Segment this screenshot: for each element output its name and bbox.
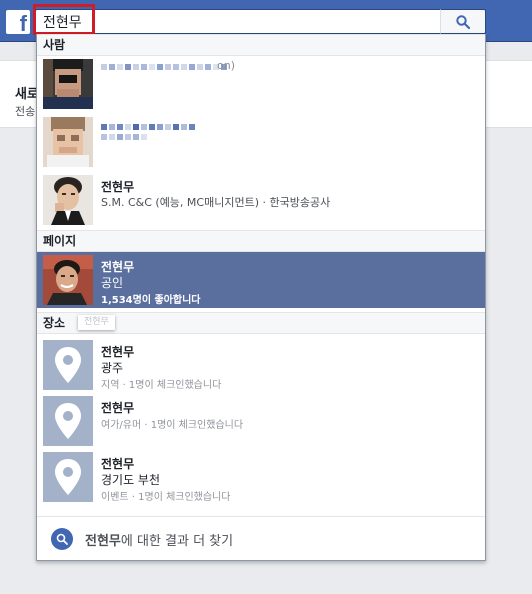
blurred-name	[101, 124, 195, 130]
section-header-people: 사람	[37, 34, 485, 56]
place-meta: 여가/유머 · 1명이 체크인했습니다	[101, 420, 244, 431]
map-pin-icon	[55, 347, 81, 383]
result-name: 전현무	[101, 260, 135, 274]
place-thumbnail	[43, 452, 93, 502]
name-fragment: on)	[217, 59, 235, 72]
profile-photo	[43, 175, 93, 225]
blurred-name	[101, 64, 227, 70]
page-photo	[43, 255, 93, 305]
search-icon	[51, 528, 73, 550]
hover-tooltip: 전현무	[78, 315, 115, 330]
place-thumbnail	[43, 396, 93, 446]
search-box[interactable]	[35, 9, 440, 34]
see-more-label: 전현무에 대한 결과 더 찾기	[85, 530, 233, 549]
result-name: 전현무	[101, 457, 135, 471]
result-detail: S.M. C&C (예능, MC매니지먼트) · 한국방송공사	[101, 196, 331, 209]
person-result-2[interactable]	[37, 114, 485, 170]
place-result-1[interactable]: 전현무 광주 지역 · 1명이 체크인했습니다	[37, 337, 485, 393]
result-name: 전현무	[101, 180, 135, 194]
blurred-name-line2	[101, 134, 147, 140]
page-likes: 1,534명이 좋아합니다	[101, 295, 201, 306]
search-typeahead-dropdown: 사람 on) 전현무 S.M. C&C (예능, MC매니지먼트) · 한국방송…	[36, 34, 486, 561]
facebook-logo-icon[interactable]: f	[6, 10, 30, 34]
place-sub: 경기도 부천	[101, 473, 161, 487]
search-input[interactable]	[36, 10, 440, 33]
profile-photo-pixelated	[43, 117, 93, 167]
place-meta: 이벤트 · 1명이 체크인했습니다	[101, 492, 231, 503]
place-sub: 광주	[101, 361, 124, 375]
see-more-suffix: 에 대한 결과 더 찾기	[120, 534, 234, 549]
page-result-selected[interactable]: 전현무 공인 1,534명이 좋아합니다	[37, 252, 485, 308]
see-more-results[interactable]: 전현무에 대한 결과 더 찾기	[37, 516, 485, 560]
map-pin-icon	[55, 403, 81, 439]
search-button[interactable]	[440, 9, 486, 34]
map-pin-icon	[55, 459, 81, 495]
result-name: 전현무	[101, 401, 135, 415]
place-result-2[interactable]: 전현무 여가/유머 · 1명이 체크인했습니다	[37, 393, 485, 449]
background-card-subtitle: 전송	[15, 105, 36, 118]
section-header-pages: 페이지	[37, 230, 485, 252]
place-meta: 지역 · 1명이 체크인했습니다	[101, 380, 222, 391]
place-result-3[interactable]: 전현무 경기도 부천 이벤트 · 1명이 체크인했습니다	[37, 449, 485, 505]
see-more-query: 전현무	[85, 534, 121, 549]
person-result-3[interactable]: 전현무 S.M. C&C (예능, MC매니지먼트) · 한국방송공사	[37, 172, 485, 228]
person-result-1[interactable]: on)	[37, 56, 485, 112]
profile-photo-pixelated	[43, 59, 93, 109]
search-icon	[456, 14, 470, 29]
result-name: 전현무	[101, 345, 135, 359]
place-thumbnail	[43, 340, 93, 390]
page-category: 공인	[101, 276, 124, 290]
